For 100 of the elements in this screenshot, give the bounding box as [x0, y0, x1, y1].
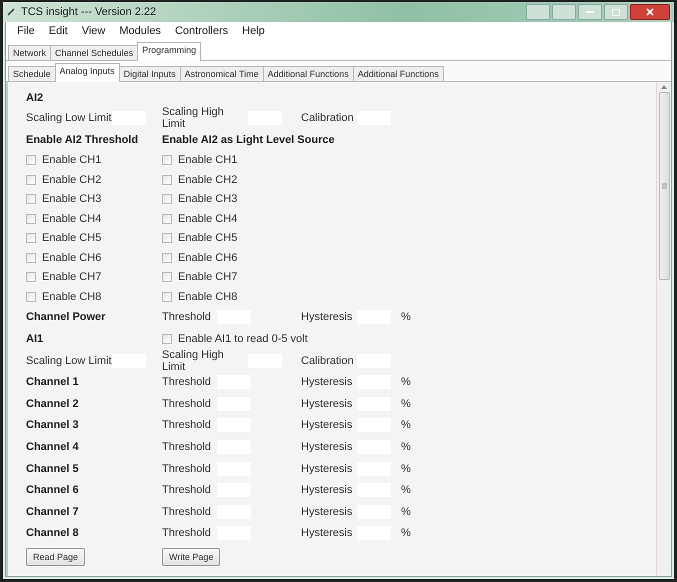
checkbox-label: Enable CH3	[42, 193, 102, 206]
tab[interactable]: Additional Functions	[262, 66, 354, 81]
checkbox-label: Enable CH2	[178, 174, 238, 186]
unit-label: %	[401, 311, 411, 324]
checkbox-label: Enable CH4	[178, 212, 238, 225]
unit-label: %	[401, 462, 411, 475]
channel-label: Channel 6	[26, 484, 79, 496]
field-label: Hysteresis	[301, 311, 354, 324]
checkbox-label: Enable AI1 to read 0-5 volt	[178, 333, 308, 346]
window-button[interactable]	[552, 4, 576, 20]
checkbox[interactable]	[26, 252, 36, 263]
tab[interactable]: Additional Functions	[352, 66, 444, 81]
field-label: Threshold	[162, 506, 212, 518]
unit-label: %	[401, 527, 411, 540]
checkbox[interactable]	[26, 194, 36, 204]
tab[interactable]: Digital Inputs	[118, 66, 181, 81]
field-label: Scaling Low Limit	[26, 112, 112, 124]
close-button[interactable]	[630, 4, 670, 20]
section-heading: AI2	[26, 92, 44, 104]
scrollbar[interactable]	[656, 82, 671, 576]
maximize-button[interactable]	[604, 4, 628, 20]
field-label: Calibration	[301, 354, 355, 367]
tab[interactable]: Programming	[137, 42, 202, 61]
field-label: Hysteresis	[301, 419, 354, 432]
field-label: Hysteresis	[301, 376, 354, 388]
grip-icon	[662, 183, 666, 189]
checkbox-label: Enable CH1	[178, 154, 238, 166]
tab[interactable]: Channel Schedules	[50, 45, 138, 60]
window-title: TCS insight --- Version 2.22	[21, 6, 156, 18]
app-icon	[7, 8, 15, 16]
scroll-thumb[interactable]	[658, 92, 670, 280]
menu-item[interactable]: View	[74, 25, 112, 37]
field-label: Threshold	[162, 527, 212, 540]
checkbox[interactable]	[162, 252, 172, 263]
checkbox-label: Enable CH6	[42, 252, 102, 264]
channel-label: Channel 1	[26, 376, 79, 388]
section-heading: Enable AI2 as Light Level Source	[162, 134, 335, 146]
minimize-button[interactable]	[578, 4, 602, 20]
menu-item[interactable]: Controllers	[168, 25, 236, 37]
checkbox-label: Enable CH6	[178, 252, 238, 264]
unit-label: %	[401, 484, 411, 496]
menu-item[interactable]: Help	[235, 25, 272, 37]
channel-label: Channel 2	[26, 398, 79, 410]
checkbox-label: Enable CH5	[178, 232, 238, 244]
checkbox-label: Enable CH7	[178, 271, 238, 284]
checkbox-label: Enable CH5	[42, 232, 102, 244]
checkbox[interactable]	[162, 174, 172, 185]
channel-label: Channel 4	[26, 441, 79, 454]
tab[interactable]: Schedule	[8, 66, 56, 81]
checkbox[interactable]	[26, 233, 36, 244]
channel-label: Channel 7	[26, 506, 79, 518]
field-label: Threshold	[162, 484, 212, 496]
unit-label: %	[401, 376, 411, 388]
tab[interactable]: Analog Inputs	[54, 63, 120, 82]
close-icon	[646, 8, 654, 16]
field-label: Hysteresis	[301, 506, 354, 518]
checkbox[interactable]	[26, 174, 36, 185]
field-label: Calibration	[301, 112, 355, 124]
checkbox-label: Enable CH8	[178, 290, 238, 303]
field-label: Hysteresis	[301, 441, 354, 454]
maximize-icon	[612, 8, 620, 16]
checkbox-label: Enable CH7	[42, 271, 102, 284]
checkbox-label: Enable CH4	[42, 212, 102, 225]
field-label: Hysteresis	[301, 484, 354, 496]
checkbox-label: Enable CH1	[42, 154, 102, 166]
field-label: Threshold	[162, 462, 212, 475]
checkbox[interactable]	[162, 272, 172, 282]
checkbox[interactable]	[162, 194, 172, 204]
field-label: Hysteresis	[301, 398, 354, 410]
unit-label: %	[401, 506, 411, 518]
window-button[interactable]	[526, 4, 550, 20]
minimize-icon	[586, 10, 594, 14]
menu-item[interactable]: Modules	[112, 25, 168, 37]
checkbox[interactable]	[162, 214, 172, 224]
checkbox[interactable]	[162, 292, 172, 302]
checkbox[interactable]	[26, 155, 36, 166]
field-label: Threshold	[162, 441, 212, 454]
checkbox[interactable]	[26, 292, 36, 302]
page-button[interactable]: Write Page	[162, 548, 220, 566]
checkbox[interactable]	[26, 272, 36, 282]
checkbox[interactable]	[162, 155, 172, 166]
field-label: Threshold	[162, 376, 212, 388]
checkbox-label: Enable CH2	[42, 174, 102, 186]
unit-label: %	[401, 441, 411, 454]
checkbox[interactable]	[162, 233, 172, 244]
field-label: Hysteresis	[301, 462, 354, 475]
checkbox[interactable]	[26, 214, 36, 224]
tab[interactable]: Network	[8, 45, 52, 60]
scroll-up-icon[interactable]	[660, 84, 668, 90]
page-button[interactable]: Read Page	[26, 548, 86, 566]
field-label: Scaling High Limit	[162, 106, 225, 130]
menu-item[interactable]: Edit	[42, 25, 75, 37]
field-label: Hysteresis	[301, 527, 354, 540]
tab[interactable]: Astronomical Time	[180, 66, 264, 81]
channel-label: Channel Power	[26, 311, 106, 324]
checkbox[interactable]	[162, 334, 172, 344]
checkbox-label: Enable CH8	[42, 290, 102, 303]
menu-item[interactable]: File	[10, 25, 42, 37]
channel-label: Channel 5	[26, 462, 79, 475]
channel-label: Channel 8	[26, 527, 79, 540]
